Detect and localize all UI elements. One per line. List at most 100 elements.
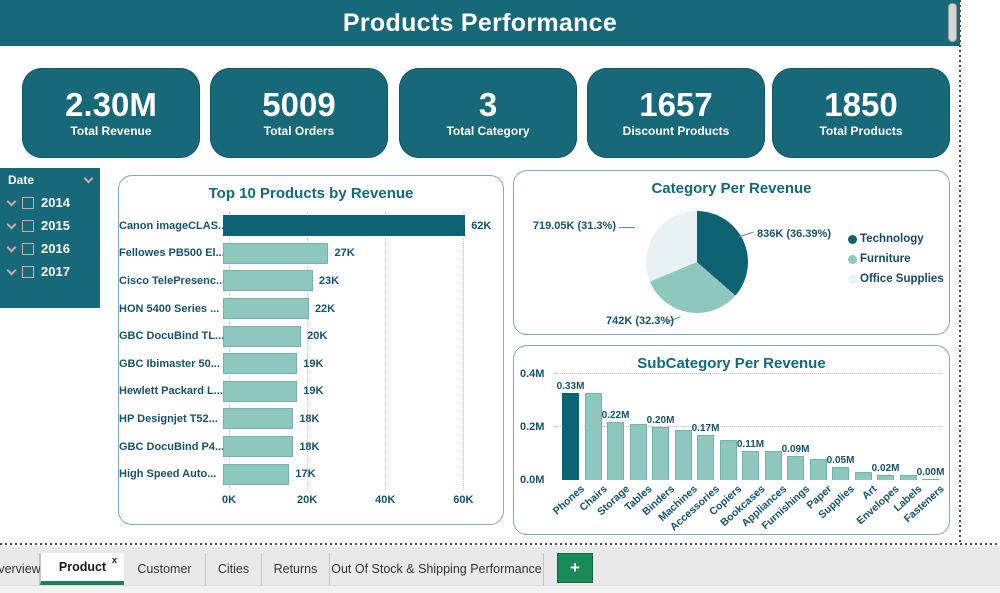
legend-item-office-supplies[interactable]: Office Supplies [848,273,944,285]
bar-track: 23K [223,270,503,292]
revenue-bar-3[interactable] [223,270,313,292]
year-checkbox-2015[interactable] [22,219,34,232]
tab-returns[interactable]: Returns [262,553,330,585]
revenue-column-bookcases[interactable] [742,450,759,480]
category-pie-chart-card: Category Per Revenue 836K (36.39%) 719.0… [513,170,950,335]
add-page-button[interactable]: + [557,553,593,583]
bar-value-label: 18K [299,412,320,425]
revenue-column-copiers[interactable] [719,440,737,480]
revenue-column-machines[interactable] [674,429,692,480]
bar-value-label: 19K [303,357,324,370]
kpi-label: Total Products [819,124,903,138]
bar-value-label: 17K [295,468,316,481]
revenue-bar-6[interactable] [223,353,298,375]
revenue-bar-9[interactable] [223,436,294,458]
subcategory-column-tables: Tables [622,424,655,514]
bar-value-label: 0.17M [691,422,720,434]
bar-track: 19K [223,353,503,375]
legend-item-furniture[interactable]: Furniture [848,253,944,265]
revenue-column-supplies[interactable] [832,466,849,480]
tab-customer[interactable]: Customer [124,553,206,585]
revenue-column-furnishings[interactable] [787,456,804,480]
revenue-bar-5[interactable] [223,325,302,347]
kpi-card-total-products[interactable]: 1850 Total Products [772,68,950,158]
date-slicer: Date 2014 2015 2016 2017 [0,168,100,308]
scrollbar-thumb[interactable] [948,3,957,42]
bar-category-label: Cisco TelePresenc... [119,274,226,287]
date-slicer-items: 2014 2015 2016 2017 [6,191,100,283]
revenue-bar-10[interactable] [223,463,290,485]
canvas-boundary-vertical [959,0,961,545]
subcategory-column-labels: Labels [892,474,925,514]
revenue-column-paper[interactable] [809,458,827,480]
revenue-column-chairs[interactable] [584,392,602,480]
revenue-column-fasteners[interactable] [922,478,939,480]
bar-value-label: 20K [307,330,328,343]
bar-value-label: 0.33M [556,380,585,392]
date-slicer-item-2017: 2017 [6,260,100,283]
year-checkbox-2014[interactable] [22,196,34,209]
bar-value-label: 19K [303,385,324,398]
kpi-card-total-orders[interactable]: 5009 Total Orders [210,68,388,158]
tab-product[interactable]: Product x [40,553,124,585]
kpi-value: 3 [478,86,498,123]
revenue-column-art[interactable] [854,472,872,480]
revenue-column-accessories[interactable] [697,434,714,480]
subcategory-column-copiers: Copiers [707,440,745,518]
kpi-label: Discount Products [622,124,730,138]
tab-verview[interactable]: verview [0,553,41,585]
chevron-down-icon[interactable] [83,173,94,184]
chevron-down-icon[interactable] [6,242,17,252]
revenue-bar-2[interactable] [223,242,329,264]
bar-value-label: 0.11M [736,438,765,450]
subcategory-column-bookcases: 0.11M Bookcases [718,439,767,529]
date-slicer-title: Date [8,173,35,187]
kpi-card-total-category[interactable]: 3 Total Category [399,68,577,158]
year-label: 2016 [41,241,70,256]
kpi-card-total-revenue[interactable]: 2.30M Total Revenue [22,68,200,158]
revenue-column-phones[interactable] [562,392,579,480]
kpi-value: 5009 [262,86,336,123]
subcategory-column-art: Art [854,472,880,502]
kpi-card-discount-products[interactable]: 1657 Discount Products [587,68,765,158]
bar-category-label: Fellowes PB500 El... [119,247,225,260]
kpi-value: 1850 [824,86,898,123]
year-label: 2017 [41,264,70,279]
kpi-value: 1657 [639,86,713,123]
revenue-column-storage[interactable] [607,421,624,480]
legend-item-technology[interactable]: Technology [848,233,944,245]
revenue-column-labels[interactable] [899,474,917,480]
tab-cities[interactable]: Cities [206,553,262,585]
callout-leader-line [738,231,754,238]
year-label: 2014 [41,195,70,210]
revenue-bar-4[interactable] [223,298,309,320]
revenue-column-tables[interactable] [629,424,647,480]
legend-dot [848,234,857,244]
revenue-bar-8[interactable] [223,408,294,430]
date-slicer-item-2014: 2014 [6,191,100,214]
chevron-down-icon[interactable] [6,219,17,229]
revenue-bar-7[interactable] [223,380,298,402]
tab-out-of-stock-shipping-performance[interactable]: Out Of Stock & Shipping Performance [330,553,544,585]
year-checkbox-2016[interactable] [22,242,34,255]
pie-callout-office-supplies: 719.05K (31.3%) [532,220,616,232]
y-axis-tick: 0.0M [520,474,545,486]
bar-category-label: Canon imageCLAS... [119,219,228,232]
legend-dot [848,274,857,284]
date-slicer-item-2015: 2015 [6,214,100,237]
table-row: HON 5400 Series ... 22K [119,295,503,323]
y-axis-tick: 0.4M [520,368,545,380]
revenue-bar-1[interactable] [223,215,466,237]
chevron-down-icon[interactable] [6,265,17,275]
bar-category-label: GBC DocuBind P4... [119,440,225,453]
revenue-column-envelopes[interactable] [877,474,894,480]
revenue-column-binders[interactable] [652,427,669,480]
table-row: GBC DocuBind TL... 20K [119,322,503,350]
year-checkbox-2017[interactable] [22,265,34,278]
subcategory-column-furnishings: 0.09M Furnishings [759,444,812,532]
chevron-down-icon[interactable] [6,196,17,206]
tab-close-marker[interactable]: x [112,555,117,565]
kpi-label: Total Revenue [70,124,152,138]
revenue-column-appliances[interactable] [764,450,782,480]
category-pie[interactable] [646,211,748,313]
